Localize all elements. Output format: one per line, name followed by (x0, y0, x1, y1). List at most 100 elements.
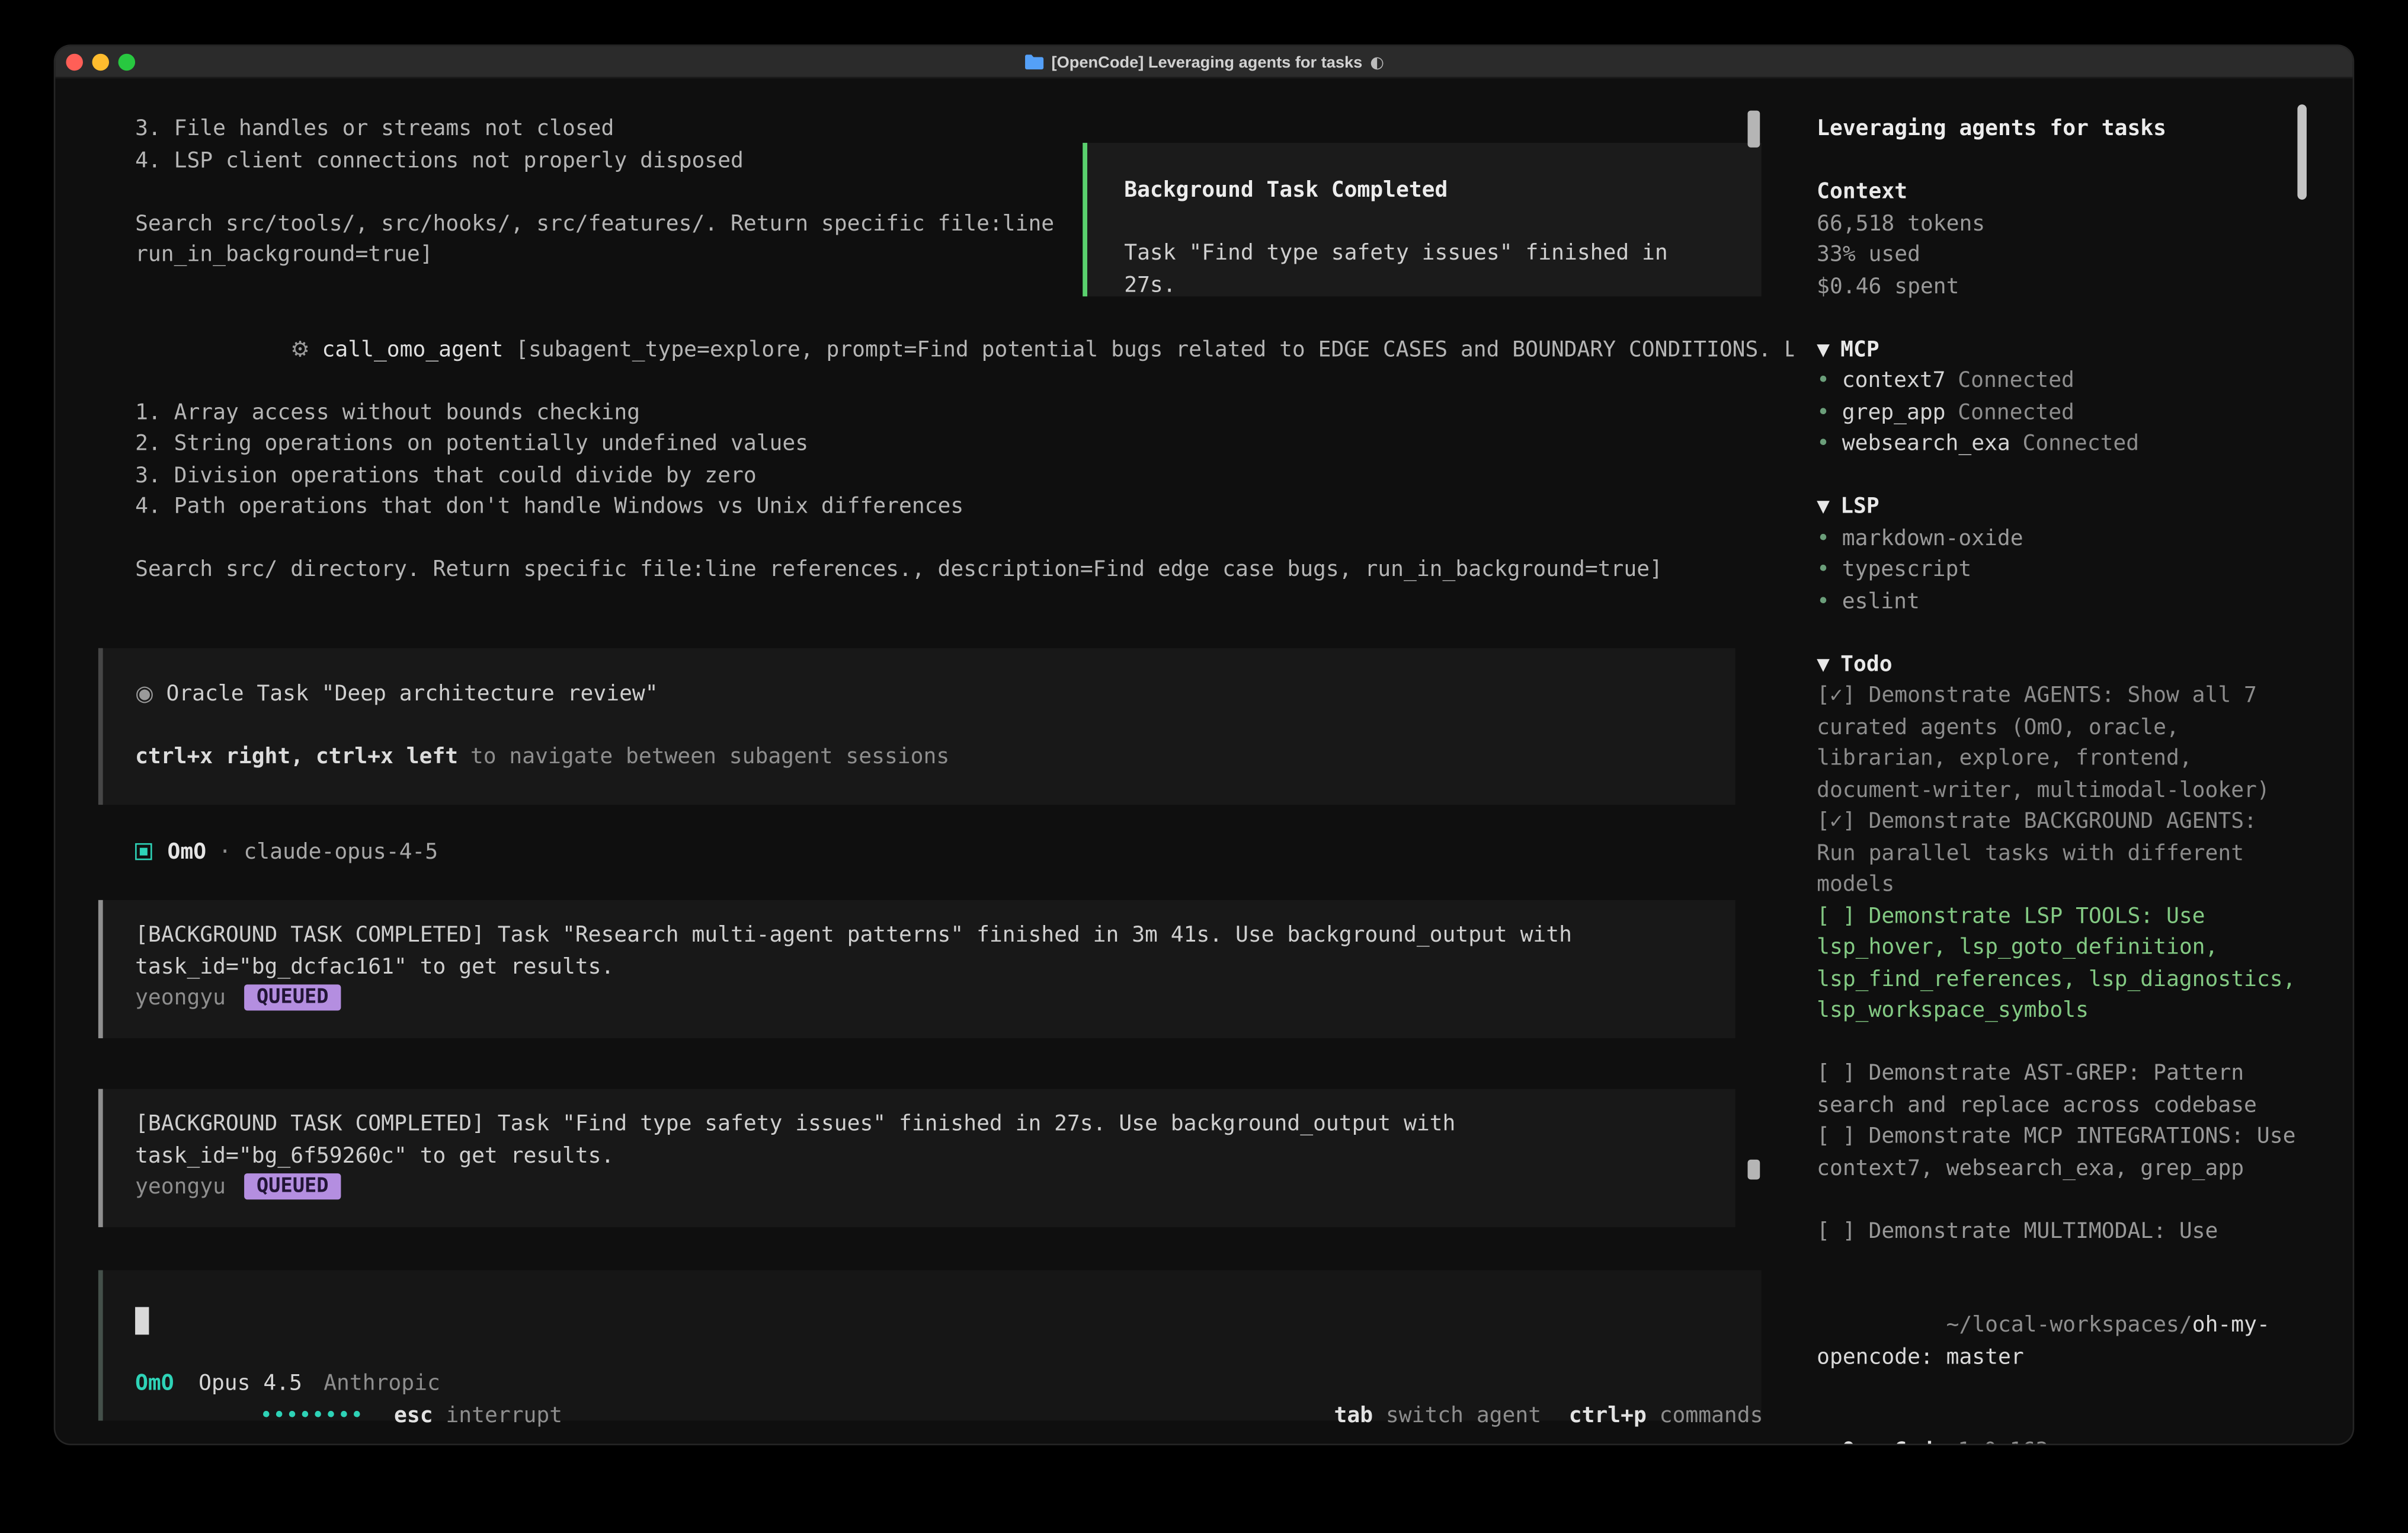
oracle-task-title: ◉ Oracle Task "Deep architecture review" (135, 678, 1735, 709)
session-title: Leveraging agents for tasks (1817, 114, 2297, 145)
terminal-window: [OpenCode] Leveraging agents for tasks ◐… (55, 46, 2352, 1444)
lsp-heading: LSP (1840, 495, 1879, 519)
terminal-line: 4. Path operations that don't handle Win… (55, 491, 1794, 523)
mcp-status: Connected (2022, 431, 2139, 456)
agent-icon (135, 843, 152, 860)
todo-list: [✓] Demonstrate AGENTS: Show all 7 curat… (1817, 680, 2297, 1247)
terminal-line: 2. String operations on potentially unde… (55, 428, 1794, 460)
oracle-icon: ◉ (135, 681, 154, 705)
message-card: [BACKGROUND TASK COMPLETED] Task "Find t… (98, 1089, 1735, 1227)
notification-title: Background Task Completed (1124, 175, 1724, 206)
lsp-item: • typescript (1817, 555, 2297, 586)
tool-name: call_omo_agent (322, 337, 504, 361)
background-task-notification[interactable]: Background Task Completed Task "Find typ… (1083, 143, 1762, 296)
mcp-heading: MCP (1840, 337, 1879, 361)
terminal-line: Search src/ directory. Return specific f… (55, 555, 1794, 586)
mcp-name: websearch_exa (1842, 431, 2010, 456)
scrollbar-thumb[interactable] (1748, 111, 1760, 148)
mcp-section-header[interactable]: ▼ MCP (1817, 334, 2297, 366)
chevron-down-icon: ▼ (1817, 495, 1830, 519)
lsp-item: • markdown-oxide (1817, 523, 2297, 555)
window-content: 3. File handles or streams not closed 4.… (55, 78, 2352, 1442)
lsp-name: typescript (1842, 558, 1971, 582)
commands-key-hint: ctrl+p (1569, 1403, 1647, 1428)
oracle-task-label: Oracle Task "Deep architecture review" (166, 681, 658, 705)
hint-text: to navigate between subagent sessions (470, 744, 949, 769)
context-used: 33% used (1817, 239, 2297, 271)
chevron-down-icon: ▼ (1817, 652, 1830, 676)
hint-key: ctrl+x right, (135, 744, 303, 769)
mcp-item: • grep_app Connected (1817, 397, 2297, 428)
context-spent: $0.46 spent (1817, 271, 2297, 302)
scrollbar-thumb[interactable] (2297, 104, 2307, 200)
bullet-icon: • (1817, 589, 1830, 613)
keyboard-hint: ctrl+x right, ctrl+x left to navigate betw… (135, 741, 1735, 773)
bullet-icon: • (1817, 1439, 1830, 1444)
tab-action-label: switch agent (1373, 1403, 1541, 1428)
todo-item: [ ] Demonstrate LSP TOOLS: Use lsp_hover… (1817, 901, 2297, 1027)
folder-icon (1024, 54, 1044, 71)
status-bar: ••••••••esc interrupt tab switch agentct… (55, 1368, 1794, 1400)
message-author: yeongyu (135, 1175, 226, 1199)
oracle-task-panel: ◉Oracle Task "Deep architecture review" … (98, 647, 1735, 804)
lsp-item: • eslint (1817, 586, 2297, 617)
model-name: claude-opus-4-5 (244, 839, 438, 863)
terminal-line: 1. Array access without bounds checking (55, 397, 1794, 428)
bullet-icon: • (1817, 431, 1830, 456)
message-text: [BACKGROUND TASK COMPLETED] Task "Resear… (135, 920, 1695, 983)
mcp-status: Connected (1958, 400, 2074, 424)
queued-badge: QUEUED (244, 1173, 341, 1199)
bullet-icon: • (1817, 558, 1830, 582)
app-version: 1.0.163 (1958, 1439, 2048, 1444)
message-author: yeongyu (135, 986, 226, 1010)
workspace-dir: ~/local-workspaces/ (1946, 1313, 2192, 1337)
context-heading: Context (1817, 177, 2297, 208)
commands-action-label: commands (1647, 1403, 1763, 1428)
window-title-text: [OpenCode] Leveraging agents for tasks (1052, 53, 1363, 71)
gear-icon: ⚙ (290, 337, 310, 361)
terminal-line: 3. File handles or streams not closed (55, 114, 1794, 145)
mcp-name: context7 (1842, 369, 1946, 393)
mcp-item: • context7 Connected (1817, 366, 2297, 397)
queued-badge: QUEUED (244, 984, 341, 1010)
titlebar[interactable]: [OpenCode] Leveraging agents for tasks ◐ (55, 46, 2352, 78)
agent-header: OmO · claude-opus-4-5 (55, 836, 1794, 868)
todo-heading: Todo (1840, 652, 1892, 676)
todo-item: [ ] Demonstrate AST-GREP: Pattern search… (1817, 1058, 2297, 1121)
todo-item: [ ] Demonstrate MCP INTEGRATIONS: Use co… (1817, 1121, 2297, 1184)
context-tokens: 66,518 tokens (1817, 208, 2297, 239)
lsp-name: eslint (1842, 589, 1920, 613)
version-info: • OpenCode 1.0.163 (1817, 1436, 2297, 1444)
tool-args: [subagent_type=explore, prompt=Find pote… (515, 337, 1794, 361)
app-name: OpenCode (1842, 1439, 1946, 1444)
conversation-pane: 3. File handles or streams not closed 4.… (55, 78, 1794, 1442)
bullet-icon: • (1817, 369, 1830, 393)
bullet-icon: • (1817, 526, 1830, 551)
text-cursor (135, 1307, 149, 1335)
esc-key-hint: esc (394, 1403, 433, 1428)
mcp-item: • websearch_exa Connected (1817, 428, 2297, 460)
bullet-icon: • (1817, 400, 1830, 424)
notification-body: Task "Find type safety issues" finished … (1124, 238, 1724, 301)
tab-key-hint: tab (1334, 1403, 1373, 1428)
todo-item: [✓] Demonstrate BACKGROUND AGENTS: Run p… (1817, 806, 2297, 901)
lsp-section-header[interactable]: ▼ LSP (1817, 491, 2297, 523)
spinner-dots-icon: •••••••• (260, 1403, 363, 1428)
mcp-status: Connected (1958, 369, 2074, 393)
terminal-line: 3. Division operations that could divide… (55, 460, 1794, 491)
lsp-name: markdown-oxide (1842, 526, 2023, 551)
sidebar: Leveraging agents for tasks Context 66,5… (1794, 78, 2352, 1442)
todo-section-header[interactable]: ▼ Todo (1817, 649, 2297, 680)
scrollbar-thumb[interactable] (1748, 1160, 1760, 1180)
message-card: [BACKGROUND TASK COMPLETED] Task "Resear… (98, 900, 1735, 1038)
window-title: [OpenCode] Leveraging agents for tasks ◐ (55, 46, 2352, 78)
hint-key: ctrl+x left (316, 744, 458, 769)
tool-call-line: ⚙ call_omo_agent [subagent_type=explore, p… (55, 303, 1794, 397)
todo-item: [ ] Demonstrate MULTIMODAL: Use (1817, 1215, 2297, 1247)
agent-name: OmO (168, 839, 207, 863)
separator: · (219, 839, 232, 863)
message-text: [BACKGROUND TASK COMPLETED] Task "Find t… (135, 1109, 1695, 1172)
mcp-name: grep_app (1842, 400, 1946, 424)
chevron-down-icon: ▼ (1817, 337, 1830, 361)
busy-indicator-icon: ◐ (1370, 53, 1384, 71)
